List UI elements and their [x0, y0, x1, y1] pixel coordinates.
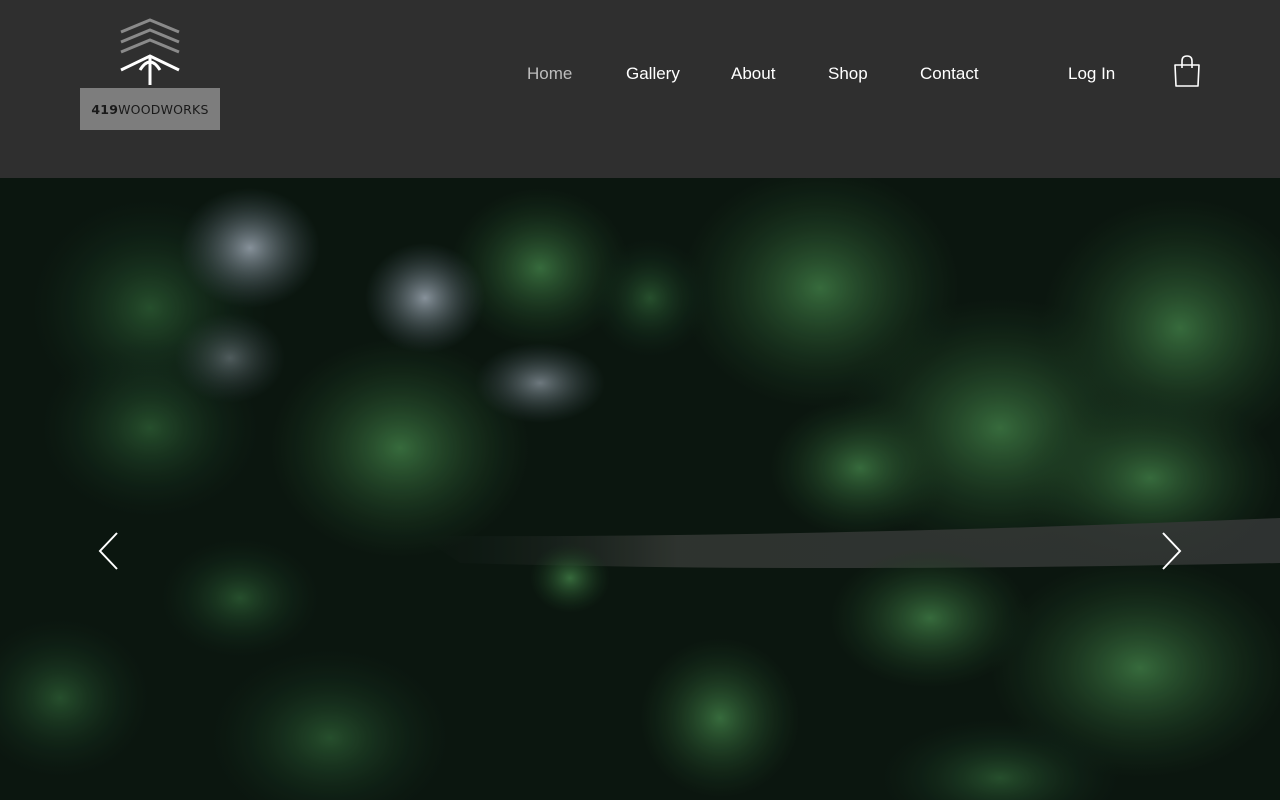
site-header: 419WOODWORKS Home Gallery About Shop Con…: [0, 0, 1280, 178]
chevron-left-icon[interactable]: [97, 531, 121, 571]
hero-slideshow: [0, 178, 1280, 800]
nav-item-home[interactable]: Home: [527, 62, 572, 86]
forest-aerial-image: [0, 178, 1280, 800]
nav-item-about[interactable]: About: [731, 62, 775, 86]
shopping-bag-icon[interactable]: [1172, 54, 1202, 88]
nav-item-contact[interactable]: Contact: [920, 62, 979, 86]
main-nav: Home Gallery About Shop Contact Log In: [0, 62, 1280, 88]
nav-item-gallery[interactable]: Gallery: [626, 62, 680, 86]
chevron-right-icon[interactable]: [1159, 531, 1183, 571]
logo-wordmark: 419WOODWORKS: [91, 101, 209, 117]
login-link[interactable]: Log In: [1068, 62, 1115, 86]
nav-item-shop[interactable]: Shop: [828, 62, 868, 86]
logo-wordmark-box: 419WOODWORKS: [80, 88, 220, 130]
